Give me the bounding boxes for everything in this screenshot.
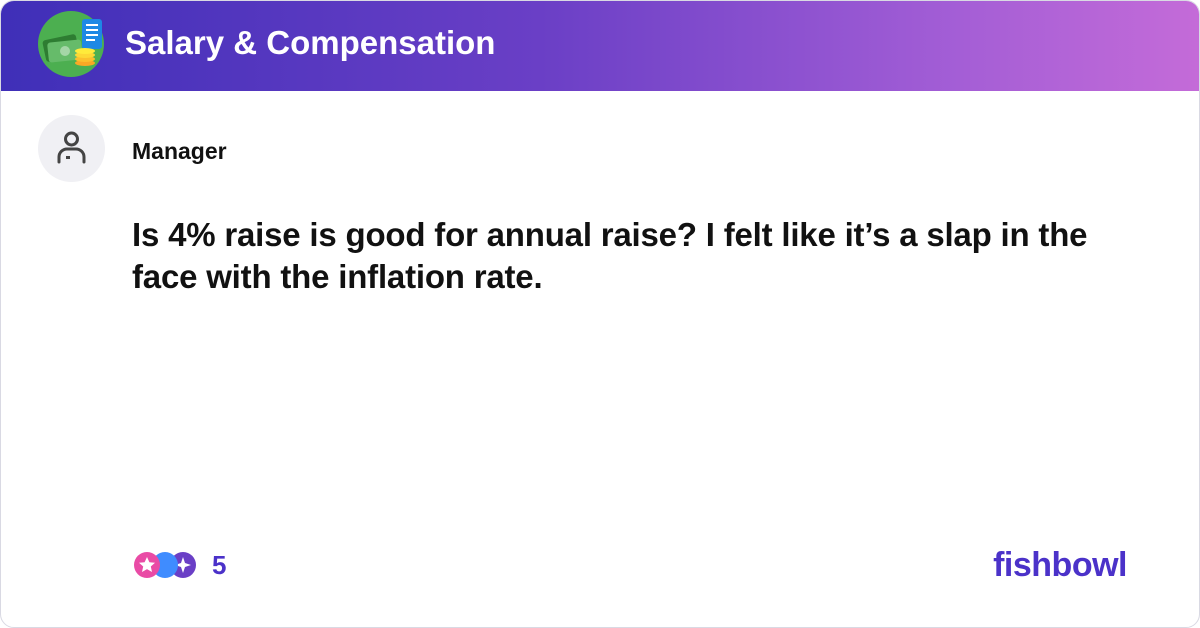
salary-compensation-money-icon: [38, 11, 104, 77]
author-label: Manager: [132, 138, 227, 164]
star-reaction-icon: [134, 552, 160, 578]
post-card: Salary & Compensation Manager Is 4% rais…: [0, 0, 1200, 628]
fishbowl-logo[interactable]: fishbowl: [993, 545, 1127, 585]
post-text: Is 4% raise is good for annual raise? I …: [132, 216, 1088, 295]
avatar: [38, 115, 105, 182]
bowl-title[interactable]: Salary & Compensation: [125, 23, 495, 63]
reaction-count: 5: [212, 550, 227, 580]
bowl-header: Salary & Compensation: [1, 1, 1199, 91]
user-icon: [57, 131, 86, 164]
reactions-group[interactable]: [131, 548, 201, 582]
